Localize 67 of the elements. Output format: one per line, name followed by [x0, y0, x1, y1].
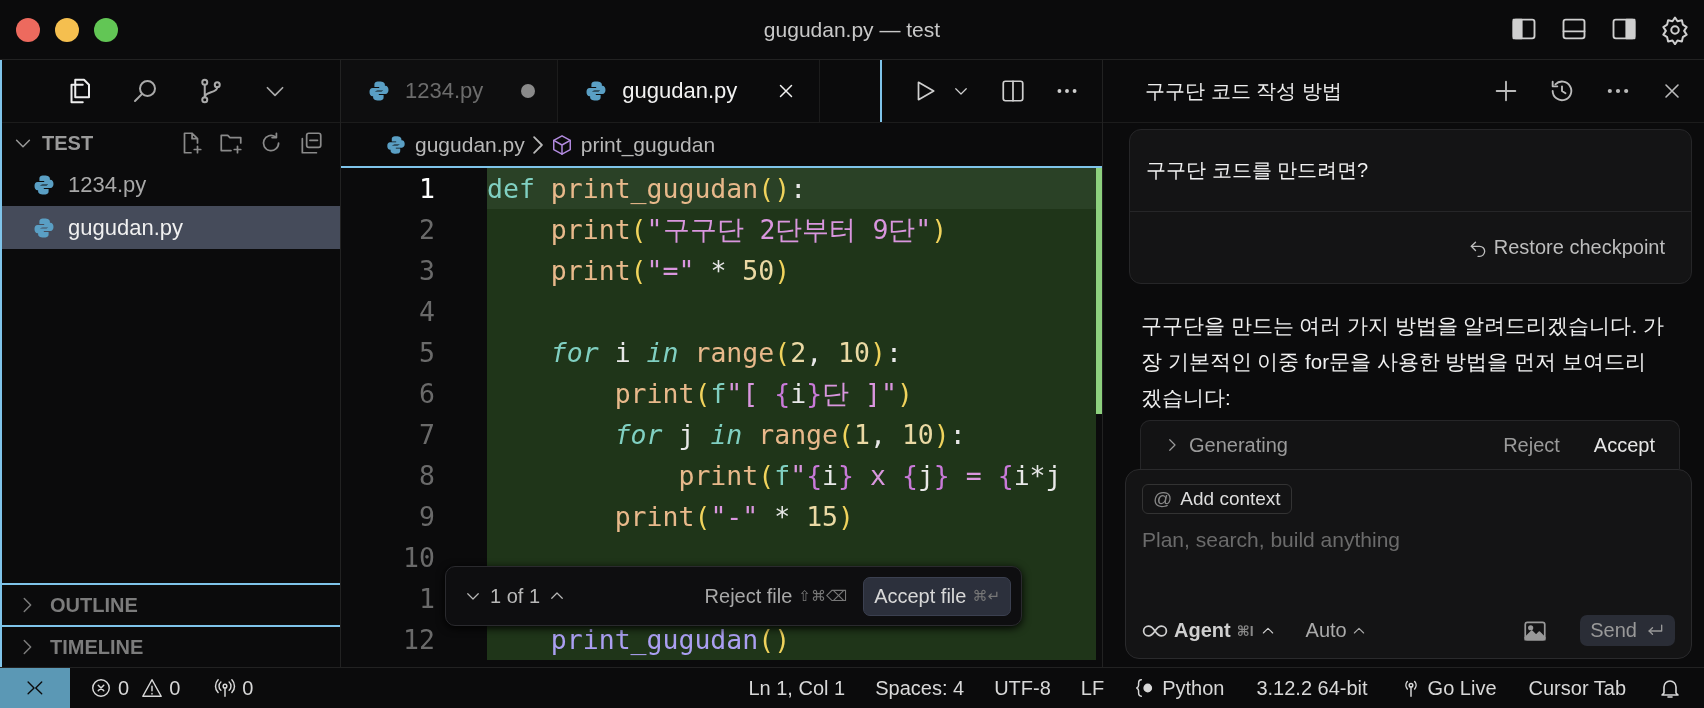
- line-number: 6: [419, 378, 435, 409]
- close-window-button[interactable]: [16, 17, 40, 42]
- send-button[interactable]: Send: [1580, 615, 1675, 646]
- add-context-button[interactable]: @ Add context: [1142, 484, 1292, 514]
- code-line: def print_gugudan():: [487, 172, 807, 206]
- status-item[interactable]: Ln 1, Col 1: [738, 676, 856, 700]
- code-line: print("구구단 2단부터 9단"): [550, 213, 948, 247]
- code-line: print(f"{i} x {j} = {i*j: [678, 459, 1062, 493]
- line-number: 1: [419, 583, 435, 614]
- error-icon: [90, 677, 112, 699]
- accept-file-button[interactable]: Accept file ⌘↵: [863, 576, 1011, 616]
- status-item[interactable]: LF: [1070, 676, 1115, 700]
- python-file-icon: [367, 79, 391, 103]
- reject-file-button[interactable]: Reject file ⇧⌘⌫: [704, 584, 848, 608]
- line-number: 9: [419, 501, 435, 532]
- code-line: for j in range(1, 10):: [614, 418, 966, 452]
- agent-mode-button[interactable]: Agent ⌘I: [1142, 617, 1276, 644]
- line-number: 8: [419, 460, 435, 491]
- section-header[interactable]: OUTLINE: [2, 583, 340, 625]
- breadcrumb-item[interactable]: print_gugudan: [580, 132, 716, 157]
- status-item[interactable]: UTF-8: [984, 676, 1061, 700]
- generating-label: Generating: [1189, 433, 1289, 457]
- breadcrumb-item[interactable]: gugudan.py: [415, 132, 525, 157]
- line-number: 1: [419, 173, 435, 204]
- settings-icon[interactable]: [1660, 14, 1690, 45]
- line-number: 4: [419, 296, 435, 327]
- line-number: 12: [403, 624, 435, 655]
- code-line: for i in range(2, 10):: [550, 336, 902, 370]
- chat-title: 구구단 코드 작성 방법: [1145, 78, 1343, 104]
- line-number: 7: [419, 419, 435, 450]
- assistant-message: 구구단을 만드는 여러 가지 방법을 알려드리겠습니다. 가장 기본적인 이중 for문을 사용한 방법을 먼저 보여드리겠습니다:: [1141, 313, 1664, 411]
- section-title: TEST: [42, 131, 94, 155]
- python-file-icon: [385, 133, 407, 156]
- code-line: print_gugudan(): [550, 623, 791, 657]
- collapse-all-icon[interactable]: [298, 130, 324, 156]
- line-number: 10: [403, 542, 435, 573]
- window-title: gugudan.py — test: [763, 17, 941, 41]
- minimize-window-button[interactable]: [55, 17, 79, 42]
- file-item[interactable]: 1234.py: [2, 163, 340, 206]
- line-number: 5: [419, 337, 435, 368]
- restore-checkpoint-button[interactable]: Restore checkpoint: [1467, 236, 1665, 259]
- language-button[interactable]: Python: [1124, 676, 1235, 700]
- user-message: 구구단 코드를 만드려면?: [1130, 130, 1691, 212]
- chevron-right-icon: [532, 135, 543, 154]
- problems-button[interactable]: 0 0: [80, 676, 191, 700]
- line-number: 3: [419, 255, 435, 286]
- file-item[interactable]: gugudan.py: [2, 206, 340, 249]
- maximize-window-button[interactable]: [94, 17, 118, 42]
- line-number: 2: [419, 214, 435, 245]
- warning-icon: [141, 677, 164, 699]
- ports-button[interactable]: 0: [204, 676, 264, 700]
- cursor-tab-button[interactable]: Cursor Tab: [1518, 676, 1636, 700]
- code-line: print("=" * 50): [550, 254, 791, 288]
- change-counter: 1 of 1: [490, 584, 541, 608]
- code-line: print("-" * 15): [614, 500, 854, 534]
- interpreter-button[interactable]: 3.12.2 64-bit: [1246, 676, 1378, 700]
- input-placeholder: Plan, search, build anything: [1142, 528, 1401, 552]
- chat-input[interactable]: @ Add context Plan, search, build anything Agent ⌘I Auto Send: [1125, 469, 1692, 659]
- go-live-button[interactable]: Go Live: [1389, 676, 1507, 700]
- code-line: print(f"[ {i}단 ]"): [614, 377, 913, 411]
- reject-button[interactable]: Reject: [1503, 433, 1560, 457]
- status-item[interactable]: Spaces: 4: [865, 676, 975, 700]
- antenna-icon: [214, 677, 237, 699]
- symbol-method-icon: [550, 133, 573, 156]
- split-editor-icon[interactable]: [1000, 78, 1026, 104]
- accept-button[interactable]: Accept: [1593, 433, 1655, 457]
- model-selector[interactable]: Auto: [1305, 619, 1367, 642]
